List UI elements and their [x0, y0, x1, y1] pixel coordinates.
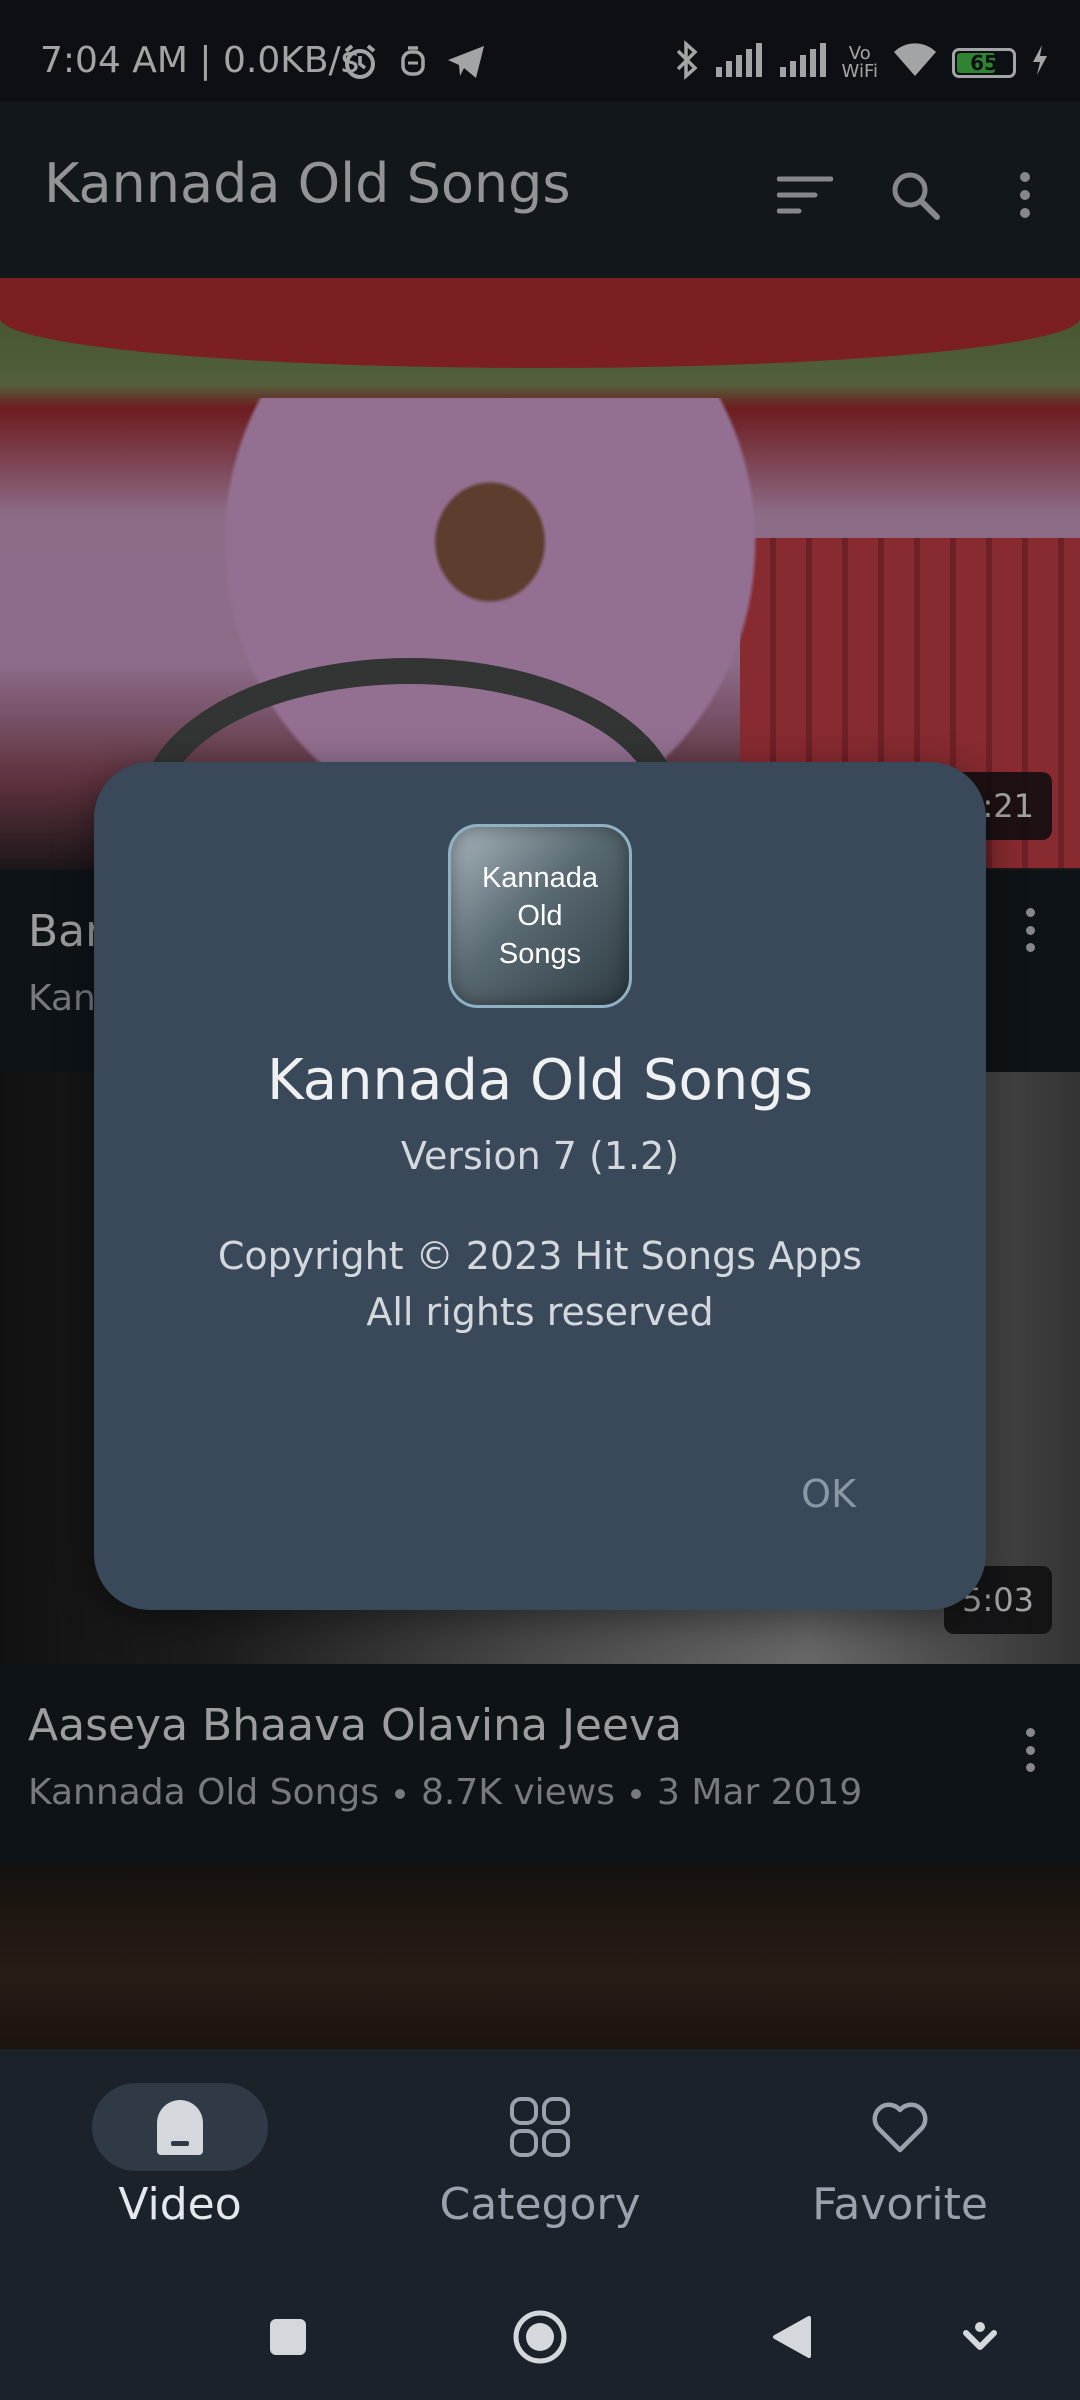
bottom-navigation: Video Category Favorite	[0, 2049, 1080, 2269]
search-button[interactable]	[880, 160, 950, 230]
grid-icon	[510, 2097, 570, 2157]
app-logo: Kannada Old Songs	[448, 824, 632, 1008]
recents-button[interactable]	[248, 2297, 328, 2377]
chevron-down-icon	[963, 2322, 997, 2350]
video-meta: Kannada Old Songs 8.7K views 3 Mar 2019	[28, 1772, 862, 1813]
overflow-menu-button[interactable]	[990, 160, 1060, 230]
dialog-title: Kannada Old Songs	[266, 1048, 814, 1113]
heart-icon	[872, 2102, 928, 2153]
telegram-icon	[446, 44, 486, 86]
battery-percent: 65	[970, 51, 998, 75]
battery-icon: 65	[952, 48, 1016, 78]
circle-home-icon	[513, 2310, 567, 2364]
status-time: 7:04 AM | 0.0KB/s	[40, 40, 360, 81]
app-title: Kannada Old Songs	[44, 152, 571, 215]
video-views: 8.7K views	[421, 1772, 615, 1813]
video-thumbnail[interactable]	[0, 1864, 1080, 2049]
video-title: Bar	[28, 906, 104, 957]
vowifi-icon: Vo WiFi	[841, 43, 878, 82]
video-meta: Kan	[28, 978, 96, 1019]
hide-navbar-button[interactable]	[940, 2297, 1020, 2377]
charging-icon	[1030, 43, 1050, 83]
back-button[interactable]	[752, 2297, 832, 2377]
nav-label: Video	[118, 2179, 242, 2230]
video-options-button[interactable]	[1010, 900, 1050, 960]
search-icon	[892, 172, 940, 220]
video-date: 3 Mar 2019	[657, 1772, 863, 1813]
system-navigation-bar	[0, 2269, 1080, 2400]
square-icon	[270, 2319, 306, 2355]
nav-item-favorite[interactable]: Favorite	[720, 2049, 1080, 2269]
ok-button[interactable]: OK	[781, 1462, 876, 1526]
nav-item-category[interactable]: Category	[360, 2049, 720, 2269]
video-channel: Kannada Old Songs	[28, 1772, 380, 1813]
app-bar: Kannada Old Songs	[0, 102, 1080, 278]
about-dialog: Kannada Old Songs Kannada Old Songs Vers…	[94, 762, 986, 1610]
sort-icon	[777, 176, 833, 214]
nav-item-video[interactable]: Video	[0, 2049, 360, 2269]
alarm-icon	[340, 42, 380, 88]
app-version: Version 7 (1.2)	[400, 1134, 680, 1178]
signal-strength-icon-2	[778, 43, 828, 83]
signal-strength-icon	[714, 43, 764, 83]
wifi-icon	[892, 42, 938, 84]
video-options-button[interactable]	[1010, 1720, 1050, 1780]
back-triangle-icon	[773, 2316, 811, 2358]
bluetooth-icon	[674, 40, 700, 86]
home-icon	[157, 2100, 203, 2155]
notification-app-icon	[398, 44, 428, 86]
sort-button[interactable]	[770, 160, 840, 230]
video-title: Aaseya Bhaava Olavina Jeeva	[28, 1700, 683, 1751]
home-button[interactable]	[500, 2297, 580, 2377]
status-bar: 7:04 AM | 0.0KB/s Vo WiFi 65	[0, 0, 1080, 102]
list-item[interactable]: Aaseya Bhaava Olavina Jeeva Kannada Old …	[0, 1664, 1080, 1864]
nav-label: Category	[439, 2179, 641, 2230]
more-vert-icon	[1020, 172, 1030, 218]
nav-label: Favorite	[812, 2179, 988, 2230]
copyright-text: Copyright © 2023 Hit Songs Apps All righ…	[217, 1234, 863, 1334]
